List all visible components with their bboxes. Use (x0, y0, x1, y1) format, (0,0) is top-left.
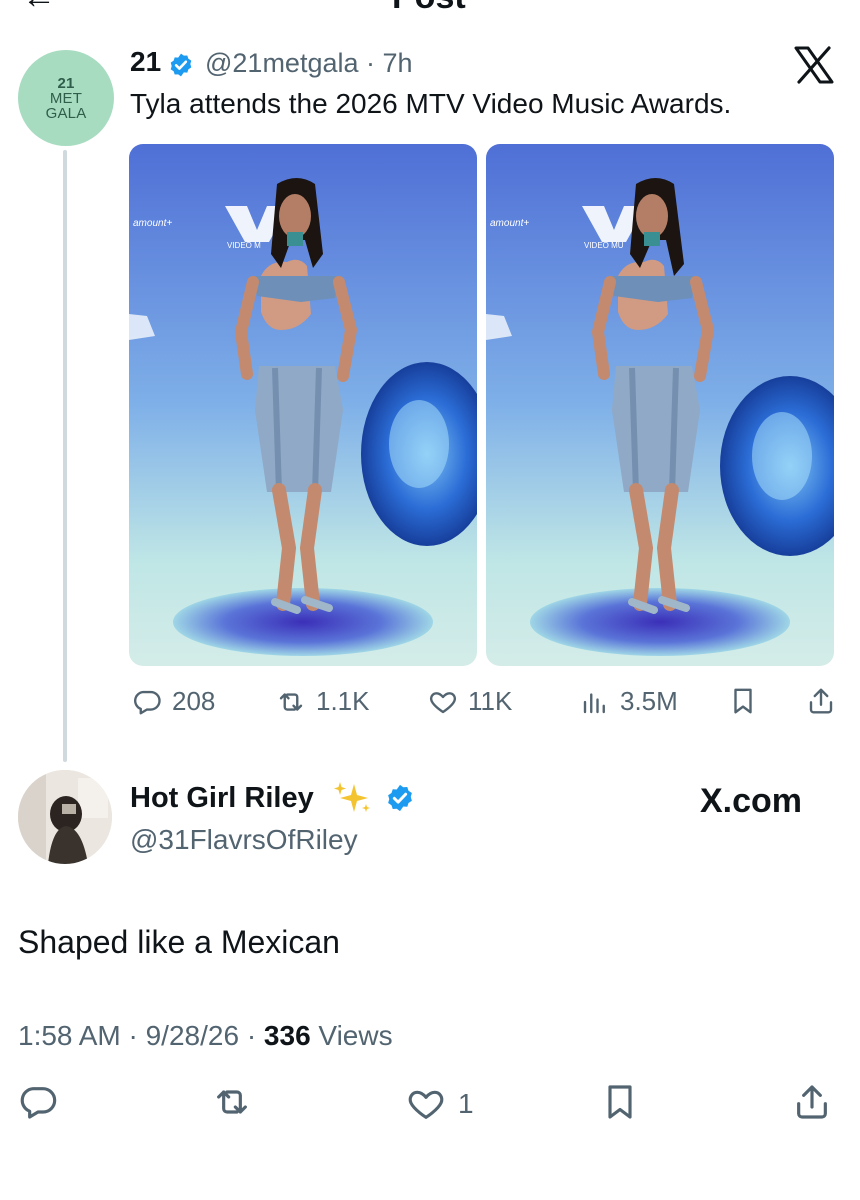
thread-connector-line (63, 150, 67, 762)
views-label: Views (310, 1020, 393, 1051)
post-photo-1[interactable]: amount+ VIDEO M (129, 144, 477, 666)
share-icon (809, 688, 833, 714)
repost-icon (217, 1090, 247, 1114)
post-photo-2[interactable]: amount+ VIDEO MU (486, 144, 834, 666)
x-logo-icon[interactable] (792, 46, 836, 84)
reply-author-display-name[interactable]: Hot Girl Riley (130, 782, 314, 815)
share-button[interactable] (806, 686, 836, 716)
back-arrow-icon[interactable]: ← (22, 0, 56, 17)
reply-icon (20, 1087, 57, 1119)
page-title: Post (392, 0, 466, 17)
verified-badge-icon (170, 53, 192, 77)
avatar-text-line1: 21 (57, 74, 75, 92)
avatar-text-line2: MET (49, 89, 83, 107)
views-number: 336 (263, 1020, 311, 1051)
svg-text:VIDEO M: VIDEO M (227, 241, 261, 250)
bookmark-icon (608, 1085, 632, 1119)
like-action-button[interactable]: 1 (406, 1082, 474, 1126)
repost-count: 1.1K (316, 686, 370, 716)
like-button[interactable]: 11K (428, 686, 512, 717)
verified-badge-icon (388, 784, 412, 812)
repost-action-button[interactable] (212, 1082, 252, 1126)
sparkles-emoji-icon (334, 782, 370, 812)
reply-icon (134, 690, 161, 714)
avatar-text-line3: GALA (45, 104, 87, 122)
repost-button[interactable]: 1.1K (276, 686, 370, 717)
bookmark-button[interactable] (728, 686, 758, 716)
post-timestamp-views: 1:58 AM · 9/28/26 · 336 Views (18, 1020, 393, 1052)
heart-icon (430, 691, 456, 713)
avatar-21metgala[interactable]: 21 MET GALA (18, 50, 114, 146)
heart-icon (408, 1090, 444, 1119)
source-x-com-label: X.com (700, 782, 803, 820)
author-display-name[interactable]: 21 (130, 46, 161, 78)
share-icon (797, 1085, 827, 1119)
reply-action-button[interactable] (18, 1082, 58, 1126)
repost-icon (279, 692, 303, 711)
author-handle-time[interactable]: @21metgala · 7h (205, 48, 413, 79)
bookmark-action-button[interactable] (600, 1082, 640, 1126)
reply-author-handle[interactable]: @31FlavrsOfRiley (130, 824, 358, 856)
views-count: 3.5M (620, 686, 678, 716)
reply-button[interactable]: 208 (132, 686, 215, 717)
reply-count: 208 (172, 686, 216, 716)
share-action-button[interactable] (792, 1082, 832, 1126)
views-chart-icon (583, 692, 605, 713)
bookmark-icon (734, 688, 752, 714)
timestamp: 1:58 AM · 9/28/26 · (18, 1020, 264, 1051)
post-text: Tyla attends the 2026 MTV Video Music Aw… (130, 88, 732, 119)
like-count: 1 (458, 1088, 474, 1119)
avatar-31flavrsofriley[interactable] (18, 770, 112, 864)
svg-text:amount+: amount+ (490, 218, 529, 229)
like-count: 11K (468, 686, 513, 716)
views-button[interactable]: 3.5M (580, 686, 678, 717)
svg-text:VIDEO MU: VIDEO MU (584, 241, 624, 250)
reply-text: Shaped like a Mexican (18, 924, 340, 960)
svg-text:amount+: amount+ (133, 218, 172, 229)
